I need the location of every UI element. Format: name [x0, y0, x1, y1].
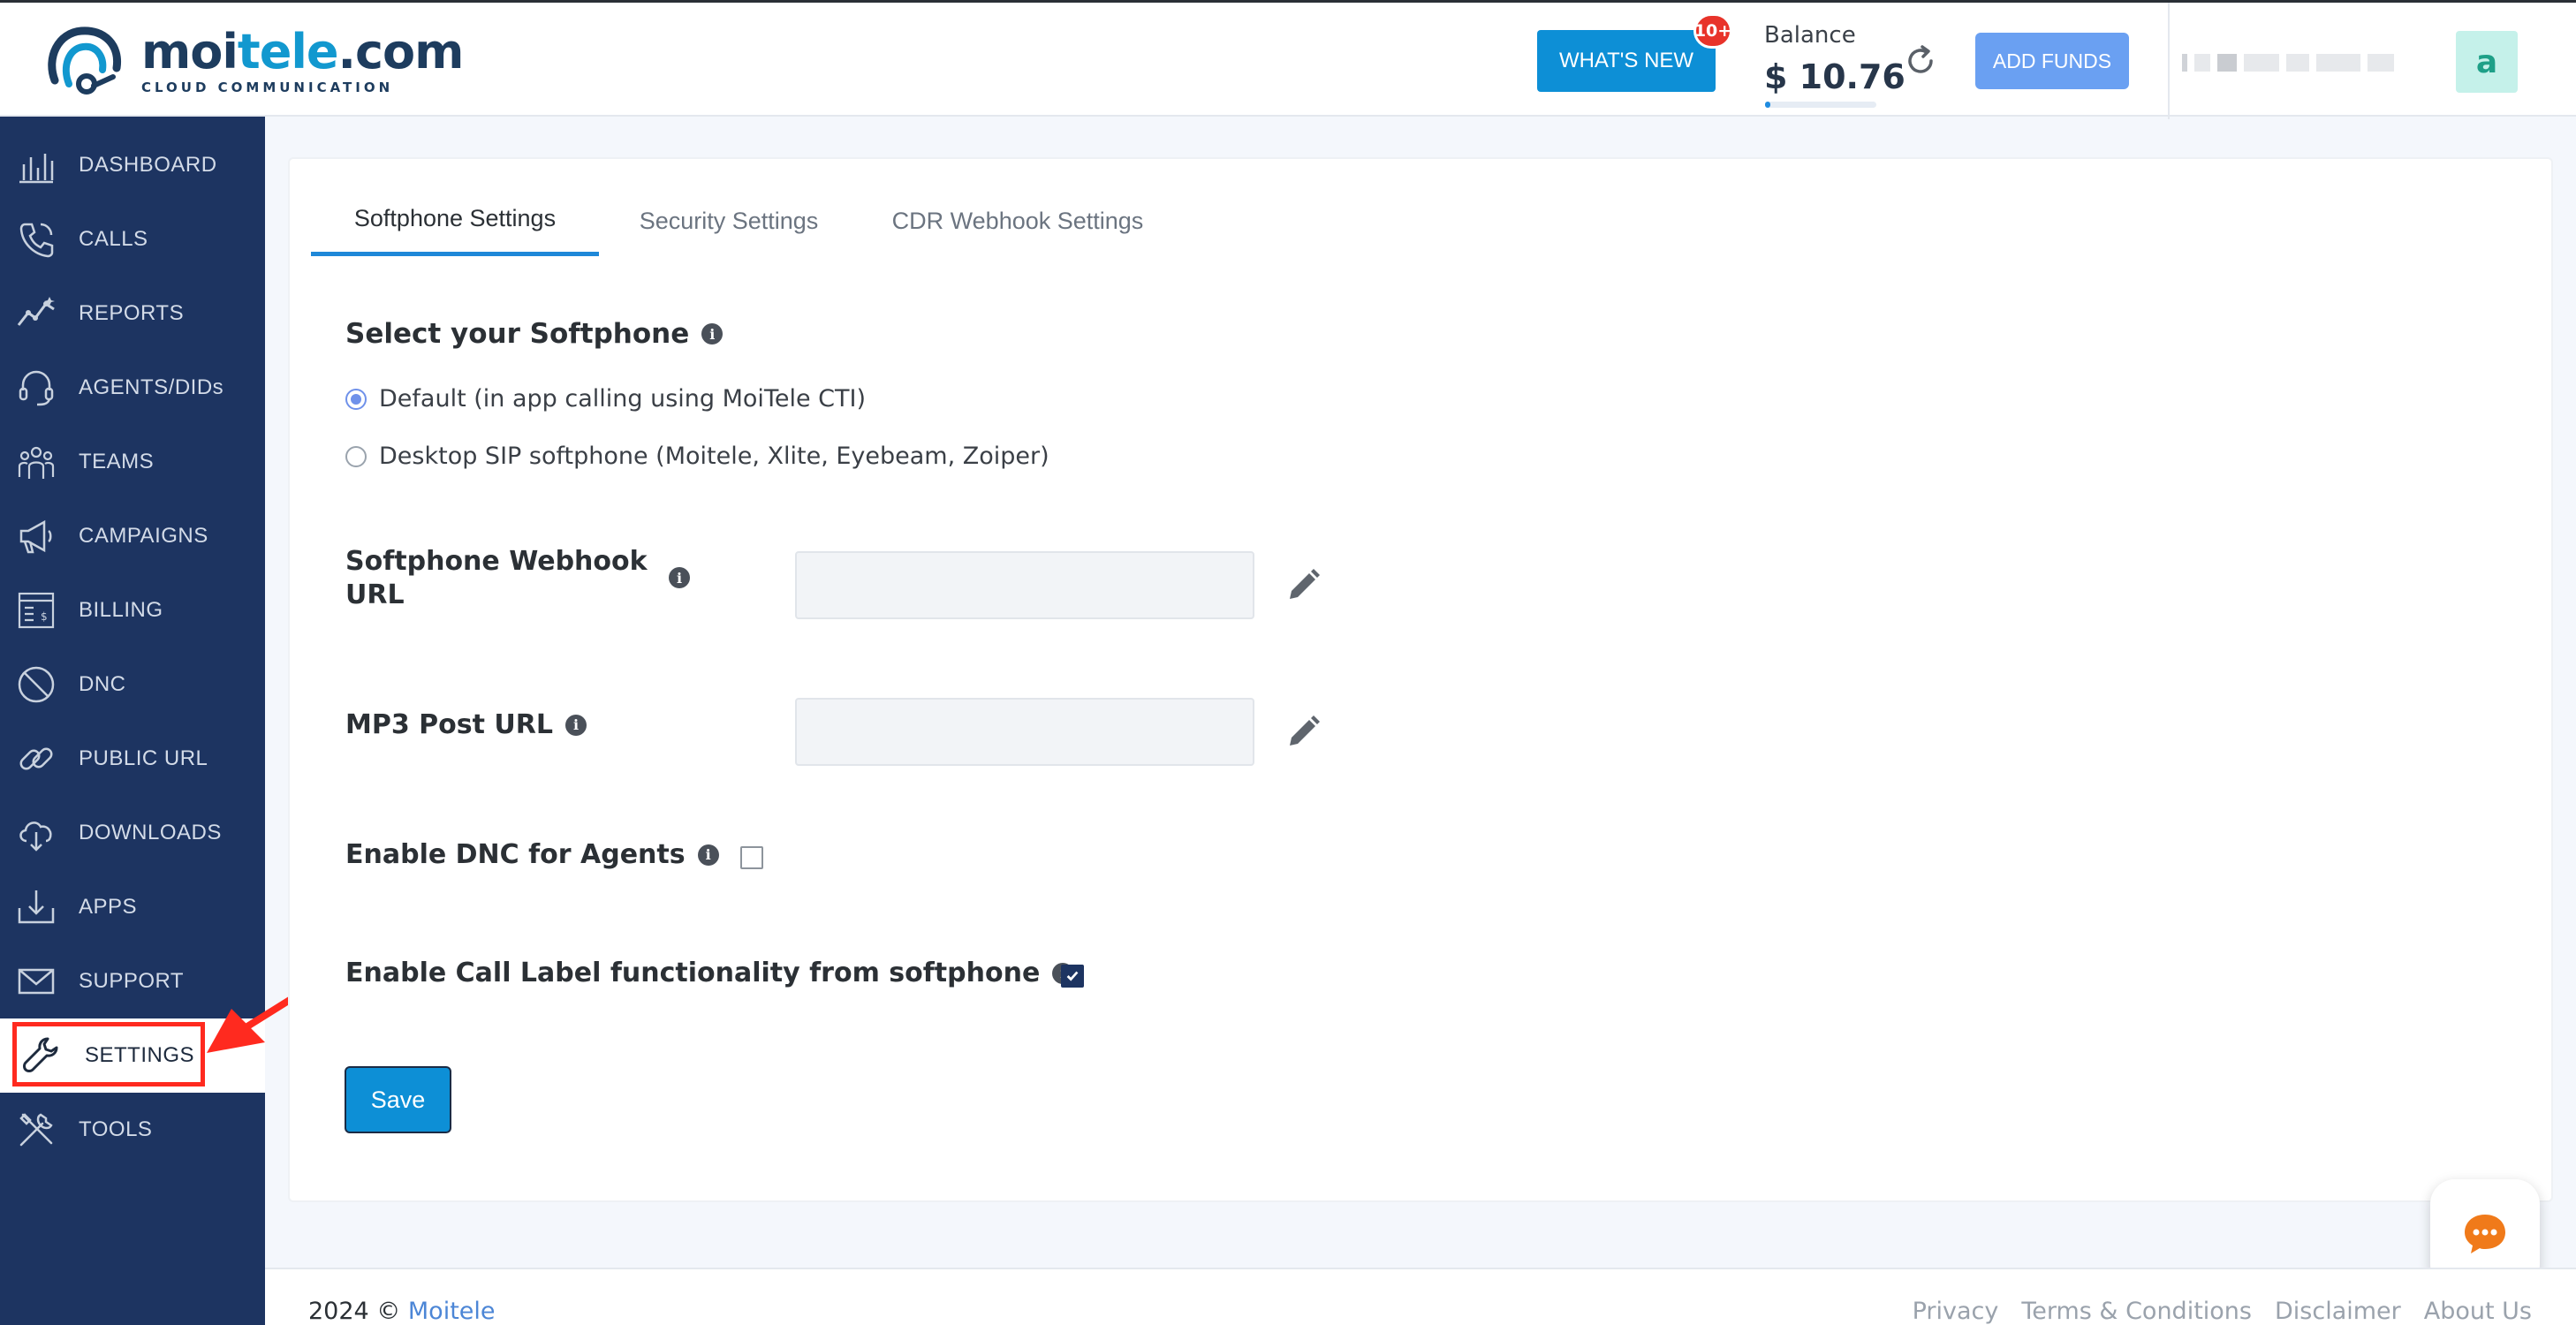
edit-pencil-icon[interactable]	[1284, 565, 1323, 604]
webhook-url-input[interactable]	[795, 551, 1254, 619]
whats-new-button[interactable]: WHAT'S NEW	[1537, 30, 1716, 92]
mp3-post-url-label: MP3 Post URL i	[345, 708, 587, 742]
sidebar-item-campaigns[interactable]: CAMPAIGNS	[0, 499, 265, 573]
svg-text:$: $	[41, 610, 48, 623]
team-icon	[18, 446, 55, 479]
sidebar-item-teams[interactable]: TEAMS	[0, 425, 265, 499]
envelope-icon	[18, 968, 55, 995]
info-icon[interactable]: i	[701, 323, 724, 344]
sidebar-item-tools[interactable]: TOOLS	[0, 1093, 265, 1167]
block-icon	[18, 666, 55, 703]
sidebar-item-label: CAMPAIGNS	[79, 524, 208, 548]
copyright: 2024 © Moitele	[308, 1298, 496, 1325]
info-icon[interactable]: i	[697, 844, 719, 866]
sidebar-item-label: CALLS	[79, 227, 148, 251]
sidebar-item-label: BILLING	[79, 598, 163, 622]
cloud-download-icon	[19, 822, 52, 852]
phone-icon	[19, 223, 54, 258]
mp3-post-url-input[interactable]	[795, 698, 1254, 766]
tools-icon	[19, 1113, 53, 1147]
sidebar-item-downloads[interactable]: DOWNLOADS	[0, 796, 265, 870]
sidebar-item-label: DASHBOARD	[79, 153, 217, 177]
moitele-logo[interactable]: moitele.com CLOUD COMMUNICATION	[42, 22, 464, 102]
sidebar-item-apps[interactable]: APPS	[0, 870, 265, 944]
radio-button-desktop[interactable]	[345, 445, 367, 467]
balance-amount: $ 10.76	[1764, 57, 1905, 96]
sidebar-item-calls[interactable]: CALLS	[0, 202, 265, 276]
dashboard-icon	[19, 154, 54, 184]
info-icon[interactable]: i	[669, 567, 690, 588]
footer-link-disclaimer[interactable]: Disclaimer	[2275, 1298, 2401, 1325]
user-name-redacted[interactable]	[2182, 45, 2438, 80]
link-icon	[19, 747, 53, 770]
enable-call-label-label: Enable Call Label functionality from sof…	[345, 957, 1074, 990]
header-divider	[2168, 3, 2170, 119]
radio-desktop-softphone[interactable]: Desktop SIP softphone (Moitele, Xlite, E…	[345, 443, 1049, 470]
info-icon[interactable]: i	[564, 715, 587, 736]
webhook-url-label: Softphone Webhook URL	[345, 546, 648, 610]
sidebar-item-dnc[interactable]: DNC	[0, 647, 265, 722]
add-funds-button[interactable]: ADD FUNDS	[1975, 33, 2129, 89]
megaphone-icon	[19, 519, 52, 554]
sidebar-item-agents[interactable]: AGENTS/DIDs	[0, 351, 265, 425]
enable-dnc-label: Enable DNC for Agents i	[345, 838, 719, 872]
whats-new-badge: 10+	[1693, 13, 1732, 49]
chart-line-icon	[17, 297, 55, 326]
logo-tagline: CLOUD COMMUNICATION	[141, 80, 394, 95]
sidebar-item-label: AGENTS/DIDs	[79, 375, 224, 399]
softphone-section-title: Select your Softphone i	[345, 318, 724, 350]
settings-highlight-box	[12, 1022, 205, 1086]
sidebar-item-label: REPORTS	[79, 301, 185, 325]
balance-label: Balance	[1764, 22, 1856, 49]
sidebar-item-label: APPS	[79, 895, 138, 919]
checkmark-icon	[1066, 971, 1079, 981]
avatar[interactable]: a	[2456, 31, 2518, 93]
footer-link-terms[interactable]: Terms & Conditions	[2021, 1298, 2252, 1325]
save-button[interactable]: Save	[345, 1066, 451, 1133]
sidebar-item-label: TOOLS	[79, 1117, 153, 1141]
sidebar-item-label: SUPPORT	[79, 969, 185, 993]
sidebar-item-billing[interactable]: $ BILLING	[0, 573, 265, 647]
logo-brand: moitele.com	[141, 24, 464, 80]
sidebar-item-dashboard[interactable]: DASHBOARD	[0, 128, 265, 202]
sidebar-item-label: DNC	[79, 672, 126, 696]
footer: 2024 © Moitele Privacy Terms & Condition…	[265, 1268, 2576, 1325]
balance-bar	[1765, 102, 1876, 108]
tab-softphone-settings[interactable]: Softphone Settings	[311, 186, 599, 256]
tab-cdr-webhook-settings[interactable]: CDR Webhook Settings	[885, 186, 1150, 256]
radio-default-softphone[interactable]: Default (in app calling using MoiTele CT…	[345, 385, 866, 413]
sidebar-item-label: DOWNLOADS	[79, 821, 222, 844]
edit-pencil-icon[interactable]	[1284, 712, 1323, 751]
sidebar-item-public-url[interactable]: PUBLIC URL	[0, 722, 265, 796]
headset-icon	[19, 370, 54, 406]
enable-dnc-checkbox[interactable]	[740, 846, 763, 869]
sidebar-item-label: TEAMS	[79, 450, 155, 473]
footer-links: Privacy Terms & Conditions Disclaimer Ab…	[1913, 1298, 2532, 1325]
moitele-link[interactable]: Moitele	[408, 1298, 496, 1325]
sidebar: DASHBOARD CALLS REPORTS AGENTS/DIDs TEAM…	[0, 117, 265, 1325]
top-bar: moitele.com CLOUD COMMUNICATION WHAT'S N…	[0, 0, 2576, 119]
enable-call-label-checkbox[interactable]	[1061, 965, 1084, 988]
sidebar-item-reports[interactable]: REPORTS	[0, 276, 265, 351]
tab-security-settings[interactable]: Security Settings	[627, 186, 830, 256]
chat-bubble-icon	[2465, 1215, 2505, 1253]
footer-link-about[interactable]: About Us	[2424, 1298, 2532, 1325]
radio-button-default[interactable]	[345, 388, 367, 410]
footer-link-privacy[interactable]: Privacy	[1913, 1298, 1999, 1325]
sidebar-item-label: PUBLIC URL	[79, 746, 208, 770]
refresh-icon[interactable]	[1901, 42, 1940, 80]
logo-headset-icon	[48, 26, 122, 95]
app-download-icon	[18, 890, 55, 924]
invoice-icon: $	[18, 592, 55, 629]
settings-card	[288, 157, 2553, 1202]
